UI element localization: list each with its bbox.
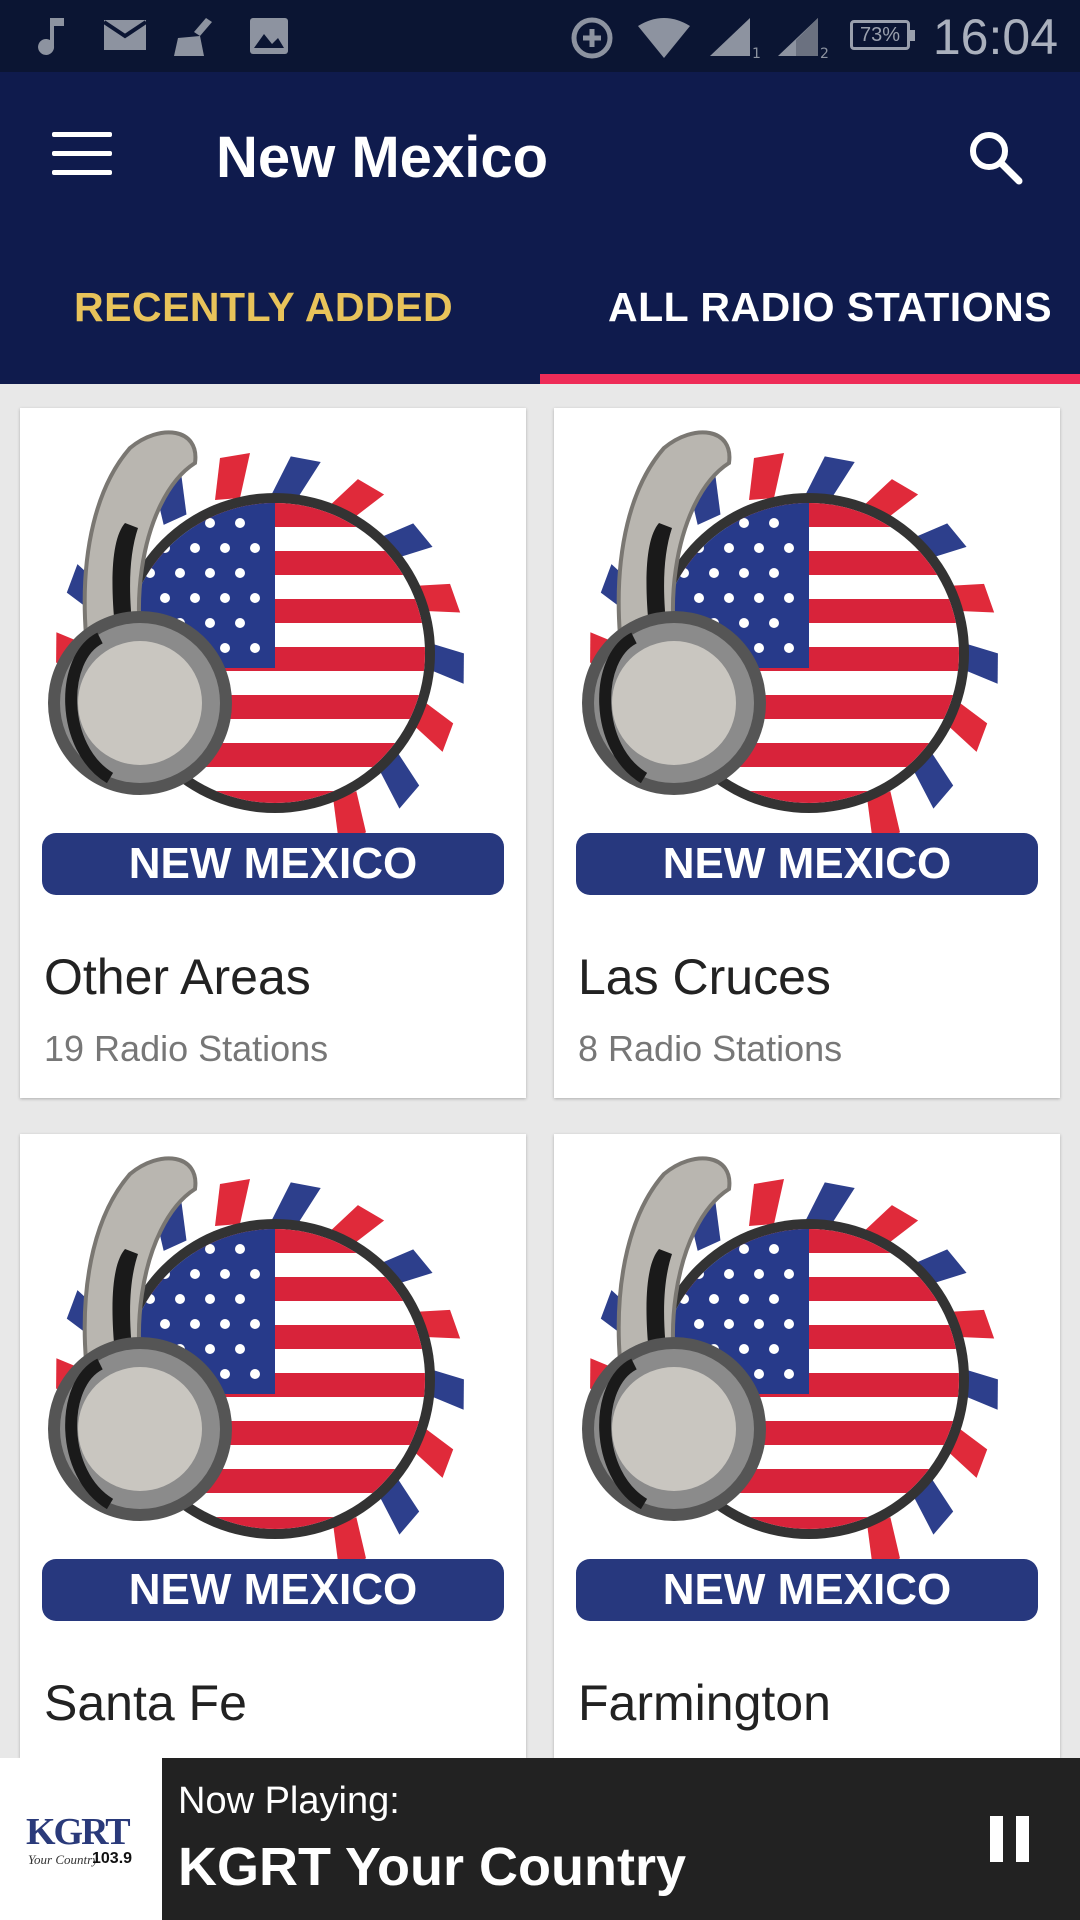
now-playing-bar[interactable]: KGRT Your Country 103.9 Now Playing: KGR… (0, 1758, 1080, 1920)
station-card-santa-fe[interactable]: NEW MEXICO Santa Fe (20, 1134, 526, 1758)
new-mexico-radio-logo: NEW MEXICO (554, 408, 1060, 908)
mail-icon (102, 20, 148, 50)
clock: 16:04 (932, 9, 1058, 65)
now-playing-label: Now Playing: (178, 1780, 400, 1822)
svg-text:2: 2 (820, 46, 829, 60)
tab-indicator (540, 374, 1080, 384)
data-saver-icon (571, 17, 613, 59)
station-card-other-areas[interactable]: NEW MEXICO Other Areas 19 Radio Stations (20, 408, 526, 1098)
card-title: Santa Fe (44, 1675, 247, 1731)
tab-all-radio-stations[interactable]: ALL RADIO STATIONS (608, 284, 1052, 331)
station-artwork: KGRT Your Country 103.9 (0, 1758, 162, 1920)
logo-text: NEW MEXICO (663, 1565, 951, 1614)
image-icon (250, 18, 288, 54)
card-title: Farmington (578, 1675, 831, 1731)
status-bar: 1 2 73% 16:04 (0, 0, 1080, 72)
card-title: Las Cruces (578, 949, 831, 1005)
music-note-icon (38, 18, 64, 55)
battery-indicator: 73% (850, 20, 915, 50)
new-mexico-radio-logo: NEW MEXICO (20, 1134, 526, 1634)
app-bar: New Mexico RECENTLY ADDED ALL RADIO STAT… (0, 72, 1080, 384)
broom-icon (174, 18, 212, 56)
wifi-icon (638, 18, 690, 58)
station-logo-tagline: Your Country (28, 1852, 98, 1867)
signal-2-icon: 2 (778, 18, 829, 60)
page-title: New Mexico (216, 125, 548, 190)
logo-text: NEW MEXICO (129, 1565, 417, 1614)
station-logo-text: KGRT (26, 1811, 131, 1853)
search-icon[interactable] (965, 127, 1025, 187)
hamburger-menu-icon[interactable] (52, 132, 112, 182)
signal-1-icon: 1 (710, 18, 761, 60)
station-card-las-cruces[interactable]: NEW MEXICO Las Cruces 8 Radio Stations (554, 408, 1060, 1098)
station-card-farmington[interactable]: NEW MEXICO Farmington (554, 1134, 1060, 1758)
pause-icon[interactable] (990, 1816, 1030, 1862)
tab-recently-added[interactable]: RECENTLY ADDED (74, 284, 453, 331)
card-title: Other Areas (44, 949, 311, 1005)
card-station-count: 8 Radio Stations (578, 1028, 843, 1069)
logo-text: NEW MEXICO (129, 839, 417, 888)
new-mexico-radio-logo: NEW MEXICO (20, 408, 526, 908)
card-station-count: 19 Radio Stations (44, 1028, 329, 1069)
now-playing-station: KGRT Your Country (178, 1837, 686, 1897)
logo-text: NEW MEXICO (663, 839, 951, 888)
station-logo-frequency: 103.9 (92, 1850, 133, 1867)
new-mexico-radio-logo: NEW MEXICO (554, 1134, 1060, 1634)
svg-text:1: 1 (752, 46, 761, 60)
